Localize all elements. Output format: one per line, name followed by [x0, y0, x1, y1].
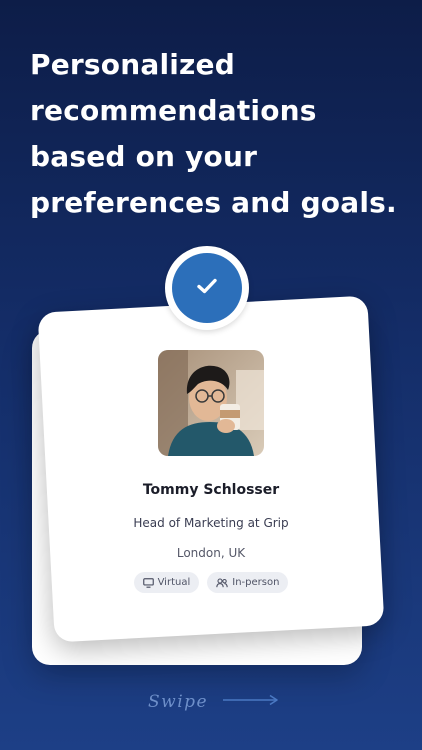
tag-virtual: Virtual — [133, 572, 200, 593]
meeting-tags: Virtual In-person — [46, 572, 376, 593]
headline: Personalized recommendations based on yo… — [30, 48, 397, 219]
people-icon — [216, 577, 228, 588]
swipe-hint[interactable]: Swipe — [148, 692, 280, 712]
match-badge-circle — [172, 253, 242, 323]
monitor-icon — [142, 577, 154, 588]
profile-role: Head of Marketing at Grip — [133, 516, 289, 530]
match-badge — [165, 246, 249, 330]
checkmark-icon — [196, 277, 218, 300]
avatar-photo — [158, 350, 264, 456]
profile-name: Tommy Schlosser — [142, 482, 280, 498]
arrow-right-icon — [222, 693, 280, 711]
avatar — [158, 350, 264, 456]
tag-label: Virtual — [157, 577, 191, 588]
profile-card[interactable]: Tommy Schlosser Head of Marketing at Gri… — [37, 295, 385, 643]
tag-in-person: In-person — [207, 572, 289, 593]
tag-label: In-person — [232, 577, 280, 588]
profile-card-content: Tommy Schlosser Head of Marketing at Gri… — [46, 304, 376, 634]
swipe-label: Swipe — [148, 692, 209, 712]
profile-location: London, UK — [176, 546, 246, 560]
